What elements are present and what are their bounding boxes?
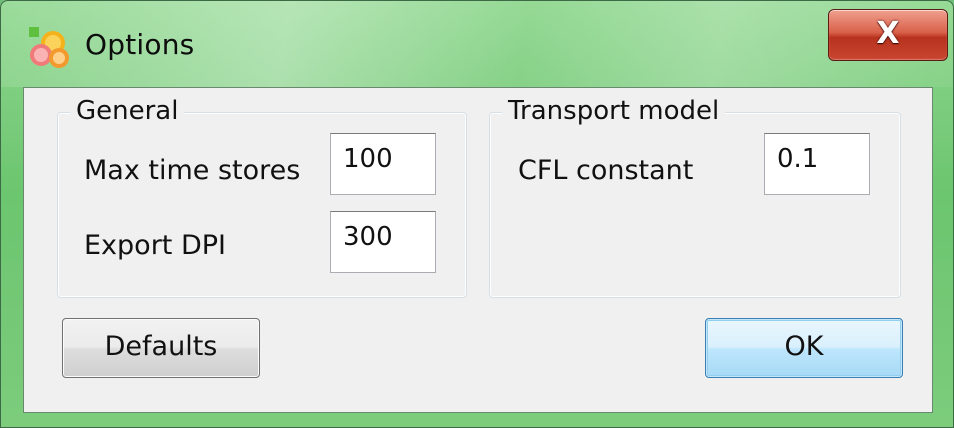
app-icon	[29, 27, 69, 68]
close-icon: X	[876, 16, 900, 51]
max-time-stores-label: Max time stores	[84, 155, 301, 186]
window-title: Options	[85, 28, 195, 61]
close-button[interactable]: X	[828, 9, 948, 61]
export-dpi-label: Export DPI	[84, 230, 227, 261]
dialog-body: General Max time stores 100 Export DPI 3…	[23, 87, 933, 413]
ok-button[interactable]: OK	[705, 318, 903, 378]
defaults-button[interactable]: Defaults	[62, 318, 260, 378]
general-group: General Max time stores 100 Export DPI 3…	[57, 96, 467, 298]
cfl-constant-label: CFL constant	[518, 155, 694, 186]
transport-model-group: Transport model CFL constant 0.1	[489, 96, 901, 298]
cfl-constant-input[interactable]: 0.1	[764, 133, 870, 195]
defaults-button-label: Defaults	[104, 331, 218, 362]
options-window: Options X General Max time stores 100 Ex…	[0, 0, 954, 428]
title-bar[interactable]: Options X	[1, 1, 953, 87]
export-dpi-input[interactable]: 300	[330, 211, 436, 273]
ok-button-label: OK	[784, 331, 824, 362]
general-group-label: General	[70, 96, 185, 126]
transport-model-group-label: Transport model	[502, 96, 726, 126]
max-time-stores-input[interactable]: 100	[330, 133, 436, 195]
